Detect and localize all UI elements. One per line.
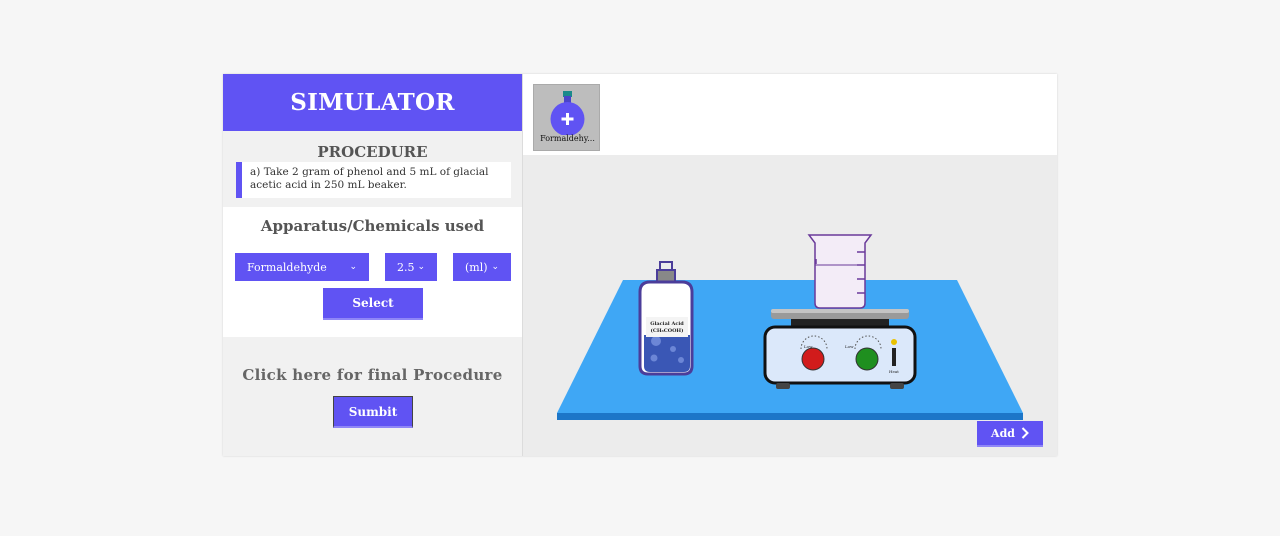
tray-item-formaldehyde[interactable]: Formaldehy... (533, 84, 600, 151)
amount-select[interactable]: 2.5 ⌄ (385, 253, 437, 281)
bottle-label-line1: Glacial Acid (650, 321, 684, 327)
add-button-label: Add (991, 426, 1015, 440)
knob-label-2: Low (845, 344, 854, 349)
tray-item-label: Formaldehy... (540, 134, 595, 143)
select-button[interactable]: Select (323, 288, 423, 320)
unit-select-value: (ml) (465, 260, 488, 274)
bottle-label-line2: (CH₃COOH) (650, 327, 683, 334)
chevron-down-icon: ⌄ (491, 262, 499, 272)
chemical-select[interactable]: Formaldehyde ⌄ (235, 253, 369, 281)
chemical-tray: Formaldehy... (523, 74, 1057, 155)
add-button[interactable]: Add (977, 421, 1043, 447)
chevron-down-icon: ⌄ (349, 262, 357, 272)
heat-knob-red (801, 347, 825, 371)
unit-select[interactable]: (ml) ⌄ (453, 253, 511, 281)
apparatus-panel: Apparatus/Chemicals used Formaldehyde ⌄ … (223, 207, 522, 337)
chevron-right-icon (1021, 427, 1029, 439)
indicator-label: Heat (889, 369, 899, 374)
chemical-select-value: Formaldehyde (247, 260, 327, 274)
glacial-acid-bottle[interactable]: Glacial Acid (CH₃COOH) (638, 261, 694, 376)
procedure-step: a) Take 2 gram of phenol and 5 mL of gla… (236, 162, 511, 198)
control-panel: SIMULATOR PROCEDURE a) Take 2 gram of ph… (223, 74, 523, 456)
lab-workspace: Glacial Acid (CH₃COOH) Low Low Heat (557, 234, 1023, 420)
beaker[interactable] (807, 234, 873, 309)
apparatus-title: Apparatus/Chemicals used (260, 217, 485, 235)
flask-add-icon (550, 91, 585, 135)
page-title: SIMULATOR (223, 74, 522, 131)
submit-button[interactable]: Sumbit (333, 396, 413, 428)
simulator-panel: SIMULATOR PROCEDURE a) Take 2 gram of ph… (223, 74, 1057, 456)
final-procedure-link[interactable]: Click here for final Procedure (223, 366, 522, 384)
procedure-title: PROCEDURE (317, 143, 428, 161)
chevron-down-icon: ⌄ (417, 262, 425, 272)
amount-select-value: 2.5 (397, 260, 415, 274)
stir-knob-green (855, 347, 879, 371)
knob-label-1: Low (804, 344, 813, 349)
